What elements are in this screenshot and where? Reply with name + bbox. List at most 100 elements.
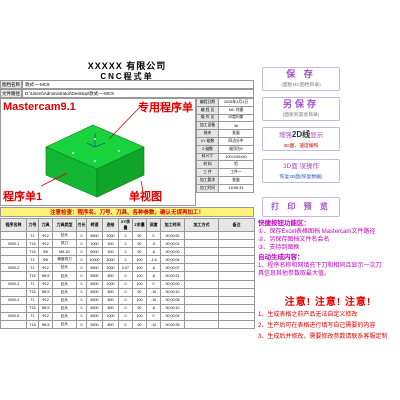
table-cell[interactable]: 精度铣刀: [52, 255, 77, 265]
table-cell[interactable]: 00:00:00: [160, 279, 185, 289]
table-cell[interactable]: -8: [146, 303, 161, 313]
table-cell[interactable]: 0: [76, 303, 87, 313]
table-cell[interactable]: 50: [132, 287, 147, 297]
table-cell[interactable]: T15: [26, 239, 39, 249]
table-cell[interactable]: 00:00:35: [160, 320, 185, 330]
info-value[interactable]: 批量: [218, 129, 254, 138]
table-cell[interactable]: [184, 320, 219, 330]
table-cell[interactable]: [218, 247, 255, 257]
table-cell[interactable]: 钻头: [52, 279, 77, 289]
table-cell[interactable]: 50: [132, 239, 147, 249]
table-cell[interactable]: 100: [132, 271, 147, 281]
table-cell[interactable]: -10: [146, 295, 161, 305]
info-value[interactable]: 2025年3月1日: [218, 98, 254, 107]
table-cell[interactable]: 0: [76, 287, 87, 297]
info-value[interactable]: 碰顶为0: [218, 144, 254, 154]
table-cell[interactable]: 0: [76, 263, 87, 273]
table-cell[interactable]: 00:00:01: [160, 239, 185, 249]
table-cell[interactable]: 0: [118, 287, 133, 297]
table-cell[interactable]: Φ12: [38, 230, 53, 241]
file-path-value[interactable]: D:\Users\Administrator\Desktop\款式一-MC9: [22, 89, 254, 98]
table-cell[interactable]: [184, 230, 219, 241]
table-cell[interactable]: 2000: [102, 263, 119, 273]
info-value[interactable]: 3#: [218, 121, 254, 131]
table-cell[interactable]: Φ12: [38, 263, 53, 273]
table-cell[interactable]: -10: [146, 320, 161, 330]
table-cell[interactable]: 00:00:52: [160, 230, 185, 241]
table-cell[interactable]: 6500: [86, 295, 103, 305]
save-button[interactable]: 保 存 (面板MC图档目录): [262, 67, 340, 91]
restore-3d-face-button[interactable]: 3D面 误操作 恢复3D面(恢复数据): [262, 159, 340, 183]
table-cell[interactable]: 6500: [86, 263, 103, 273]
table-cell[interactable]: 钻头: [52, 311, 77, 322]
table-cell[interactable]: [218, 279, 255, 289]
table-cell[interactable]: 钻头: [52, 271, 77, 281]
table-cell[interactable]: Φ6.5: [38, 303, 53, 313]
table-cell[interactable]: 0: [118, 271, 133, 281]
table-cell[interactable]: [184, 287, 219, 297]
table-cell[interactable]: 0: [118, 230, 133, 241]
table-cell[interactable]: 00:00:07: [160, 263, 185, 273]
table-cell[interactable]: 0000-4: [0, 295, 27, 305]
table-cell[interactable]: [218, 263, 255, 273]
table-cell[interactable]: [218, 311, 255, 322]
info-value[interactable]: MC 刘建: [218, 105, 254, 115]
table-cell[interactable]: 0: [118, 311, 133, 322]
table-cell[interactable]: 800: [102, 287, 119, 297]
table-cell[interactable]: [0, 320, 27, 330]
table-cell[interactable]: 800: [102, 303, 119, 313]
table-cell[interactable]: 0.07: [118, 263, 133, 273]
table-cell[interactable]: 0: [76, 271, 87, 281]
table-cell[interactable]: 0: [76, 311, 87, 322]
table-cell[interactable]: 0: [76, 279, 87, 289]
table-cell[interactable]: [218, 271, 255, 281]
table-cell[interactable]: T15: [26, 320, 39, 330]
table-cell[interactable]: 0: [146, 279, 161, 289]
table-cell[interactable]: T15: [26, 247, 39, 257]
table-cell[interactable]: [0, 303, 27, 313]
table-cell[interactable]: -10: [146, 287, 161, 297]
table-cell[interactable]: 6500: [86, 230, 103, 241]
table-cell[interactable]: 0: [76, 230, 87, 241]
table-cell[interactable]: 0000-3: [0, 279, 27, 289]
drawing-name-value[interactable]: 款式一-MC9: [22, 80, 254, 89]
table-cell[interactable]: [218, 230, 255, 241]
info-value[interactable]: 15:55:33: [218, 183, 254, 193]
table-cell[interactable]: [184, 279, 219, 289]
table-cell[interactable]: Φ12: [38, 295, 53, 305]
table-cell[interactable]: 0000-5: [0, 311, 27, 322]
table-cell[interactable]: 6000: [86, 247, 103, 257]
table-cell[interactable]: [184, 255, 219, 265]
table-cell[interactable]: 00:00:04: [160, 255, 185, 265]
table-cell[interactable]: 钻头: [52, 295, 77, 305]
table-cell[interactable]: 00:00:10: [160, 303, 185, 313]
table-cell[interactable]: [0, 287, 27, 297]
table-cell[interactable]: 00:00:00: [160, 247, 185, 257]
table-cell[interactable]: 6500: [86, 279, 103, 289]
table-cell[interactable]: [184, 263, 219, 273]
table-cell[interactable]: T1: [26, 230, 39, 241]
table-cell[interactable]: 0: [118, 255, 133, 265]
table-cell[interactable]: Φ6.5: [38, 271, 53, 281]
table-cell[interactable]: 钻头: [52, 287, 77, 297]
table-cell[interactable]: 5500: [86, 271, 103, 281]
table-cell[interactable]: T15: [26, 303, 39, 313]
info-value[interactable]: 印度阿斯: [218, 113, 254, 123]
table-cell[interactable]: 0: [118, 320, 133, 330]
table-cell[interactable]: 800: [102, 320, 119, 330]
table-cell[interactable]: [0, 271, 27, 281]
table-cell[interactable]: 钻头: [52, 230, 77, 241]
table-cell[interactable]: 100: [132, 263, 147, 273]
table-cell[interactable]: 0: [118, 247, 133, 257]
table-cell[interactable]: [218, 295, 255, 305]
table-cell[interactable]: Φ6.5: [38, 287, 53, 297]
table-cell[interactable]: T1: [26, 311, 39, 322]
table-cell[interactable]: [0, 247, 27, 257]
print-preview-button[interactable]: 打 印 预 览: [262, 197, 340, 217]
table-cell[interactable]: Φ12: [38, 239, 53, 249]
enhance-2d-lines-button[interactable]: 增强2D线显示 3D面、速度缓和: [262, 127, 340, 151]
table-cell[interactable]: 钻头: [52, 320, 77, 330]
table-cell[interactable]: [0, 230, 27, 241]
part-3d-view[interactable]: Mastercam9.1 专用程序单 程序单1 单视图: [0, 98, 196, 206]
table-cell[interactable]: -5: [146, 239, 161, 249]
